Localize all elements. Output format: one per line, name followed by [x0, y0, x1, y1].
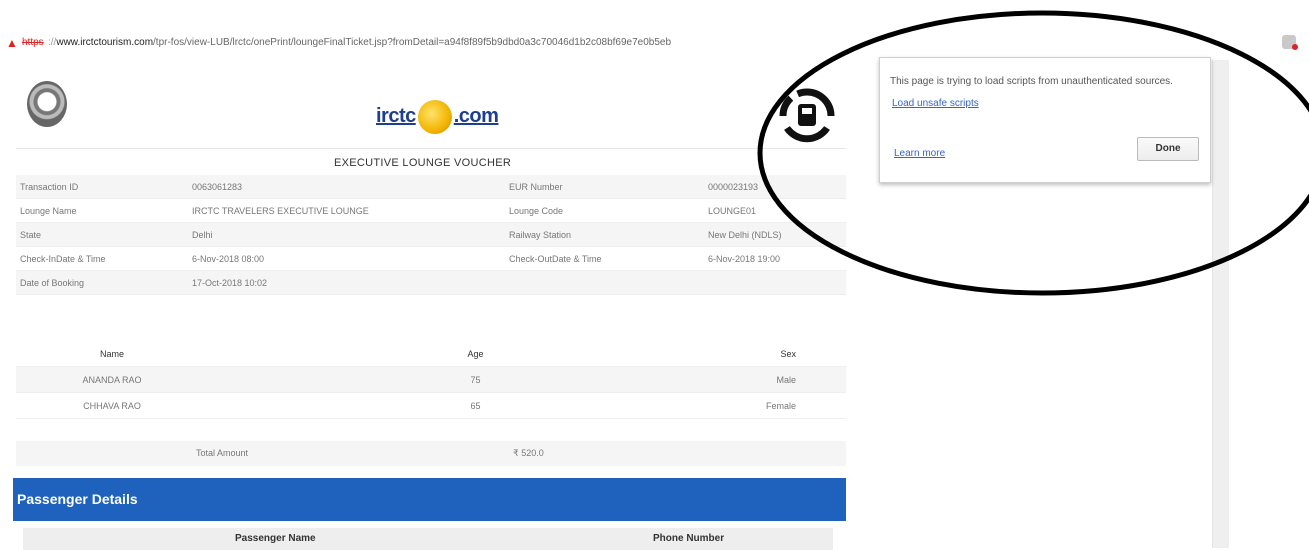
guest-sex: Female	[704, 392, 846, 419]
total-label: Total Amount	[196, 448, 249, 458]
guest-age: 65	[208, 392, 704, 419]
table-row: ANANDA RAO 75 Male	[16, 366, 846, 393]
blocked-content-shield-icon[interactable]	[1282, 35, 1298, 50]
guest-name: CHHAVA RAO	[16, 392, 208, 419]
passenger-details-header: Passenger Name Phone Number	[23, 528, 833, 550]
table-row: Date of Booking 17-Oct-2018 10:02	[16, 270, 846, 295]
table-row: State Delhi Railway Station New Delhi (N…	[16, 222, 846, 247]
voucher-title: EXECUTIVE LOUNGE VOUCHER	[334, 157, 512, 169]
logo-ball-icon	[417, 100, 452, 134]
logo-text-left: irctc	[376, 105, 416, 127]
url-host: www.irctctourism.com	[56, 37, 154, 48]
guest-sex: Male	[704, 366, 846, 393]
col-passenger-name: Passenger Name	[235, 533, 316, 544]
row-value: 0063061283	[188, 175, 505, 199]
row-label: Transaction ID	[16, 175, 188, 199]
header-divider	[16, 148, 846, 149]
row-label: Lounge Name	[16, 198, 188, 223]
row-value: Delhi	[188, 222, 505, 247]
row-value: LOUNGE01	[704, 198, 846, 223]
table-row: Check-InDate & Time 6-Nov-2018 08:00 Che…	[16, 246, 846, 271]
guest-age: 75	[208, 366, 704, 393]
guest-table-header: Name Age Sex	[16, 341, 846, 367]
guest-name: ANANDA RAO	[16, 366, 208, 393]
indian-railways-logo-icon	[779, 88, 835, 143]
row-value: 0000023193	[704, 175, 846, 199]
table-row: CHHAVA RAO 65 Female	[16, 392, 846, 419]
learn-more-link[interactable]: Learn more	[894, 148, 945, 159]
popup-message: This page is trying to load scripts from…	[890, 76, 1173, 87]
done-button[interactable]: Done	[1137, 137, 1199, 161]
total-value: ₹ 520.0	[513, 448, 544, 458]
table-row: Transaction ID 0063061283 EUR Number 000…	[16, 175, 846, 199]
row-label: EUR Number	[505, 175, 704, 199]
row-label: Lounge Code	[505, 198, 704, 223]
address-bar[interactable]: ▲ https ://www.irctctourism.com/tpr-fos/…	[0, 32, 1309, 54]
warning-triangle-icon[interactable]: ▲	[6, 32, 18, 54]
row-label	[505, 270, 704, 295]
header-age: Age	[208, 341, 704, 367]
unsafe-scripts-popup: This page is trying to load scripts from…	[879, 57, 1211, 183]
table-row: Lounge Name IRCTC TRAVELERS EXECUTIVE LO…	[16, 198, 846, 223]
row-value: 17-Oct-2018 10:02	[188, 270, 505, 295]
passenger-details-banner: Passenger Details	[13, 478, 846, 521]
header-sex: Sex	[704, 341, 846, 367]
load-unsafe-scripts-link[interactable]: Load unsafe scripts	[892, 98, 979, 109]
header-name: Name	[16, 341, 208, 367]
row-value: IRCTC TRAVELERS EXECUTIVE LOUNGE	[188, 198, 505, 223]
url-protocol: https	[22, 37, 44, 48]
row-label: Check-OutDate & Time	[505, 246, 704, 271]
row-value	[704, 270, 846, 295]
voucher-details-table: Transaction ID 0063061283 EUR Number 000…	[16, 175, 846, 295]
row-label: Date of Booking	[16, 270, 188, 295]
government-emblem-icon	[27, 81, 67, 127]
row-label: Check-InDate & Time	[16, 246, 188, 271]
url-text[interactable]: ://www.irctctourism.com/tpr-fos/view-LUB…	[48, 32, 808, 54]
url-path: /tpr-fos/view-LUB/lrctc/onePrint/loungeF…	[153, 37, 672, 48]
row-value: 6-Nov-2018 08:00	[188, 246, 505, 271]
guest-table: Name Age Sex ANANDA RAO 75 Male CHHAVA R…	[16, 341, 846, 419]
row-value: New Delhi (NDLS)	[704, 222, 846, 247]
row-label: State	[16, 222, 188, 247]
total-row: Total Amount ₹ 520.0	[16, 441, 846, 466]
logo-text-right: .com	[453, 105, 499, 127]
col-phone-number: Phone Number	[653, 533, 725, 544]
row-value: 6-Nov-2018 19:00	[704, 246, 846, 271]
page-scrollbar[interactable]	[1212, 60, 1229, 548]
irctc-logo[interactable]: irctc .com	[376, 100, 499, 134]
row-label: Railway Station	[505, 222, 704, 247]
